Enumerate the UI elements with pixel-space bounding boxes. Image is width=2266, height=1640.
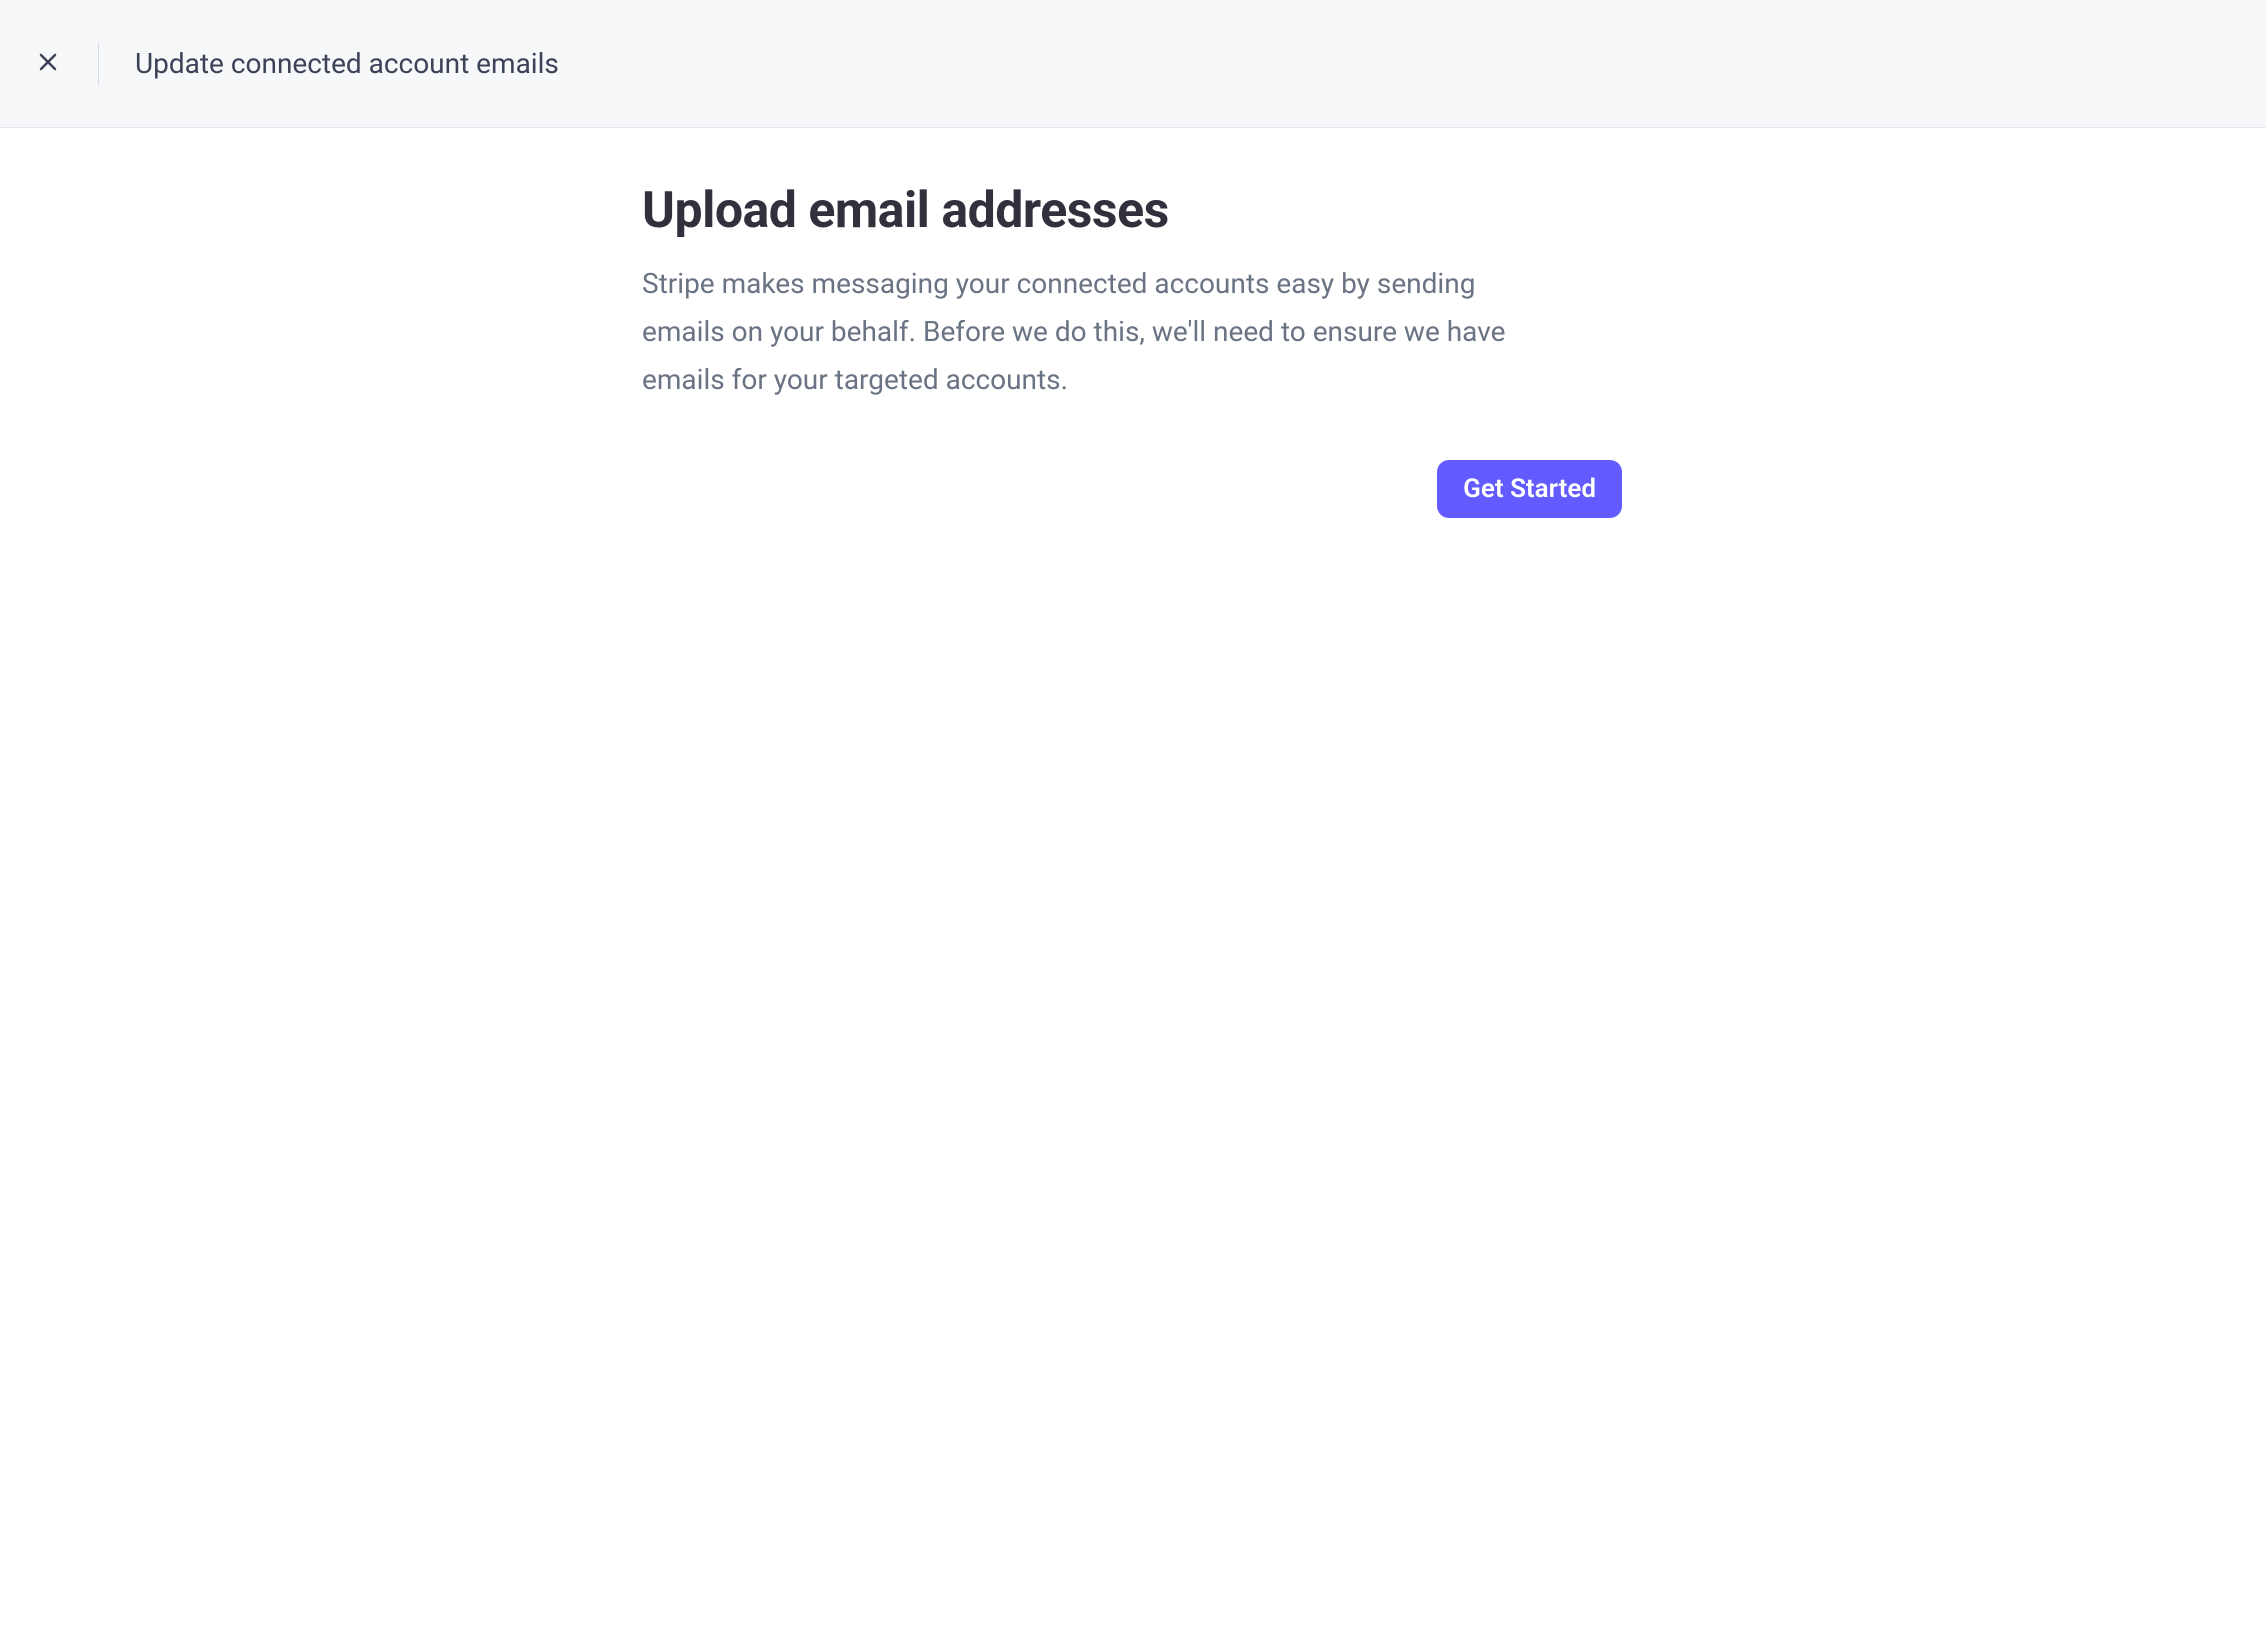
close-button[interactable]: [28, 44, 68, 84]
page-header: Update connected account emails: [0, 0, 2266, 128]
page-title: Upload email addresses: [642, 182, 1622, 240]
get-started-button[interactable]: Get Started: [1437, 460, 1622, 518]
close-icon: [36, 50, 60, 77]
main-content: Upload email addresses Stripe makes mess…: [0, 128, 2266, 518]
page-description: Stripe makes messaging your connected ac…: [642, 260, 1562, 404]
content-container: Upload email addresses Stripe makes mess…: [642, 182, 1622, 518]
header-title: Update connected account emails: [135, 47, 559, 80]
button-row: Get Started: [642, 460, 1622, 518]
header-divider: [98, 42, 99, 86]
